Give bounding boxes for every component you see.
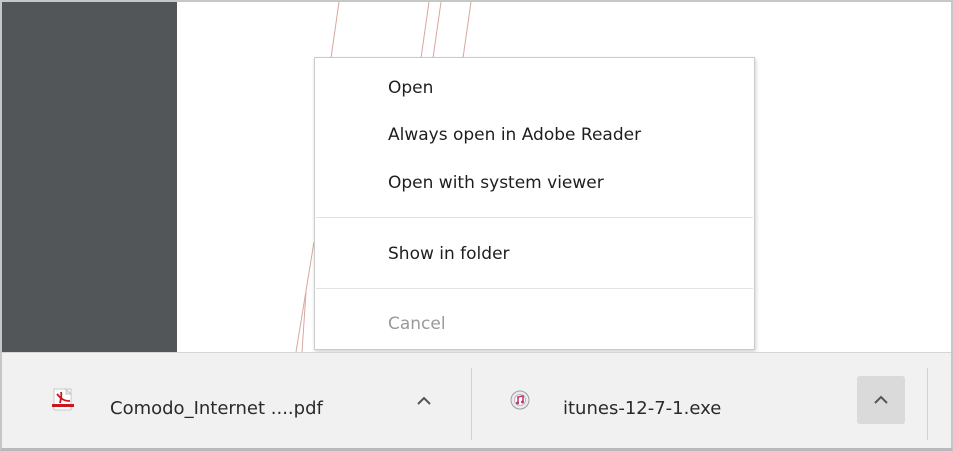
chevron-up-icon[interactable] <box>415 394 433 408</box>
menu-item-open-with-system-viewer[interactable]: Open with system viewer <box>315 165 754 201</box>
menu-item-cancel[interactable]: Cancel <box>315 306 754 342</box>
download-file-name: itunes-12-7-1.exe <box>563 398 722 419</box>
shelf-divider <box>471 368 472 440</box>
menu-item-show-in-folder[interactable]: Show in folder <box>315 236 754 272</box>
download-context-menu: Open Always open in Adobe Reader Open wi… <box>314 57 755 350</box>
menu-item-always-open-in-adobe-reader[interactable]: Always open in Adobe Reader <box>315 117 754 153</box>
installer-file-icon <box>510 390 530 410</box>
menu-item-open[interactable]: Open <box>315 70 754 106</box>
shelf-divider <box>927 368 928 440</box>
download-item-comodo-pdf[interactable]: Comodo_Internet ....pdf <box>2 353 472 448</box>
pdf-viewer-sidebar <box>2 2 177 352</box>
download-options-button[interactable] <box>857 376 905 424</box>
menu-separator <box>316 288 753 289</box>
menu-separator <box>316 217 753 218</box>
download-file-name: Comodo_Internet ....pdf <box>110 398 323 419</box>
download-shelf: Comodo_Internet ....pdf itunes-12-7-1.ex… <box>2 352 951 448</box>
download-item-itunes-exe[interactable]: itunes-12-7-1.exe <box>473 353 853 448</box>
chevron-up-icon <box>874 395 888 404</box>
pdf-file-icon <box>52 387 74 411</box>
